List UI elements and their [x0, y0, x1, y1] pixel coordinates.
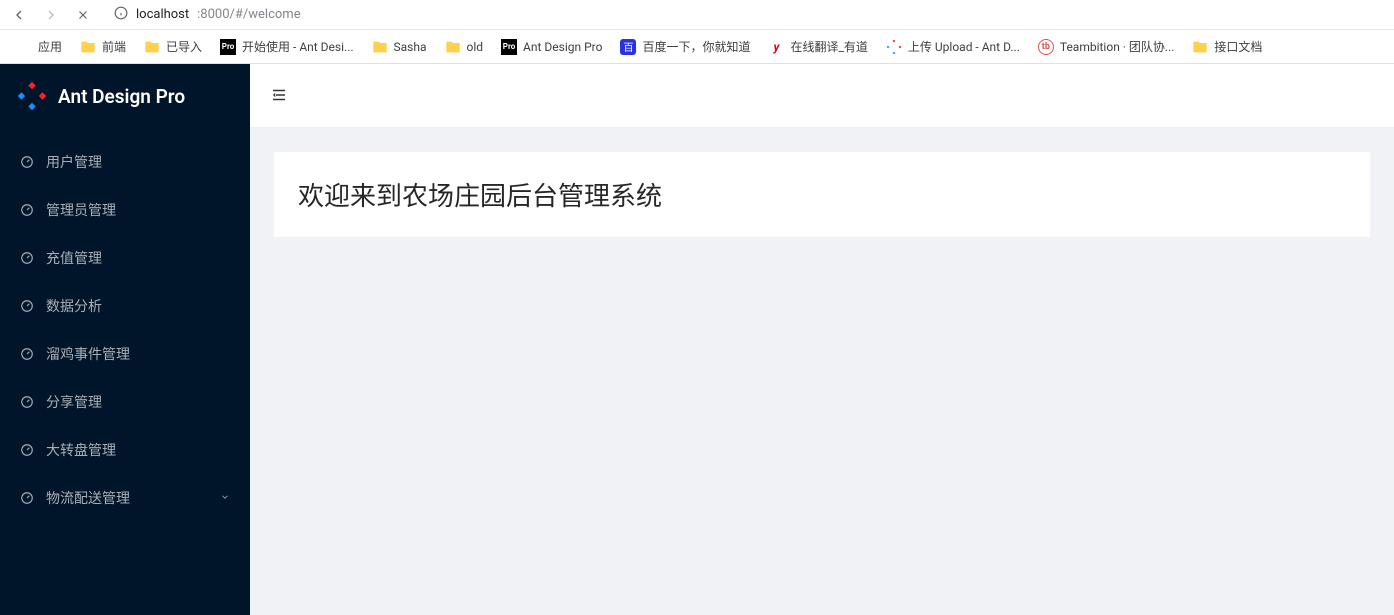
stop-button[interactable]: [74, 6, 92, 24]
pro-icon: Pro: [501, 39, 517, 55]
bookmark-label: 前端: [102, 38, 126, 55]
bookmark-item[interactable]: y 在线翻译_有道: [762, 34, 873, 59]
sidebar-item-label: 物流配送管理: [46, 488, 130, 508]
logo-icon: [18, 82, 46, 110]
bookmark-label: 在线翻译_有道: [790, 38, 867, 55]
bookmark-item[interactable]: 百 百度一下，你就知道: [614, 34, 756, 59]
sidebar-item-share-mgmt[interactable]: 分享管理: [0, 378, 250, 426]
sidebar-item-label: 分享管理: [46, 392, 102, 412]
folder-icon: [1192, 39, 1208, 55]
folder-icon: [372, 39, 388, 55]
dashboard-icon: [20, 155, 34, 169]
sidebar-item-label: 大转盘管理: [46, 440, 116, 460]
sidebar-item-recharge-mgmt[interactable]: 充值管理: [0, 234, 250, 282]
browser-toolbar: localhost :8000/#/welcome: [0, 0, 1394, 30]
sidebar-item-label: 管理员管理: [46, 200, 116, 220]
bookmark-item[interactable]: 上传 Upload - Ant D...: [880, 34, 1026, 59]
top-header: [250, 64, 1394, 128]
apps-shortcut[interactable]: 应用: [10, 34, 68, 59]
sidebar-item-data-analysis[interactable]: 数据分析: [0, 282, 250, 330]
folder-icon: [80, 39, 96, 55]
content-card: 欢迎来到农场庄园后台管理系统: [274, 152, 1370, 237]
forward-button[interactable]: [42, 6, 60, 24]
bookmark-item[interactable]: old: [439, 35, 490, 59]
dashboard-icon: [20, 491, 34, 505]
sidebar-item-event-mgmt[interactable]: 溜鸡事件管理: [0, 330, 250, 378]
dashboard-icon: [20, 395, 34, 409]
info-icon: [114, 6, 128, 24]
apps-icon: [16, 39, 32, 55]
sidebar-collapse-button[interactable]: [270, 86, 290, 106]
url-path: :8000/#/welcome: [197, 7, 300, 22]
sidebar-item-label: 溜鸡事件管理: [46, 344, 130, 364]
bookmark-label: old: [467, 40, 484, 54]
bookmark-item[interactable]: 前端: [74, 34, 132, 59]
bookmark-item[interactable]: Pro Ant Design Pro: [495, 35, 608, 59]
dashboard-icon: [20, 347, 34, 361]
bookmark-label: 开始使用 - Ant Desi...: [242, 38, 353, 55]
bookmark-label: Teambition · 团队协...: [1060, 38, 1175, 55]
sidebar-item-admin-mgmt[interactable]: 管理员管理: [0, 186, 250, 234]
sidebar-item-logistics-mgmt[interactable]: 物流配送管理: [0, 474, 250, 522]
antd-icon: [886, 39, 902, 55]
sidebar-item-label: 用户管理: [46, 152, 102, 172]
sidebar: Ant Design Pro 用户管理 管理员管理 充值管理 数据分析 溜鸡事件…: [0, 64, 250, 615]
bookmark-item[interactable]: 已导入: [138, 34, 208, 59]
teambition-icon: tb: [1038, 39, 1054, 55]
bookmark-item[interactable]: Sasha: [366, 35, 433, 59]
chevron-down-icon: [220, 490, 230, 506]
brand-title: Ant Design Pro: [58, 85, 185, 108]
bookmark-item[interactable]: tb Teambition · 团队协...: [1032, 34, 1181, 59]
brand-row[interactable]: Ant Design Pro: [0, 64, 250, 128]
bookmark-label: Ant Design Pro: [523, 40, 602, 54]
back-button[interactable]: [10, 6, 28, 24]
sidebar-item-user-mgmt[interactable]: 用户管理: [0, 138, 250, 186]
app-root: Ant Design Pro 用户管理 管理员管理 充值管理 数据分析 溜鸡事件…: [0, 64, 1394, 615]
dashboard-icon: [20, 251, 34, 265]
sidebar-item-label: 充值管理: [46, 248, 102, 268]
bookmark-label: 接口文档: [1214, 38, 1262, 55]
folder-icon: [144, 39, 160, 55]
dashboard-icon: [20, 443, 34, 457]
bookmark-label: 已导入: [166, 38, 202, 55]
folder-icon: [445, 39, 461, 55]
bookmark-label: Sasha: [394, 40, 427, 54]
baidu-icon: 百: [620, 39, 636, 55]
sidebar-item-label: 数据分析: [46, 296, 102, 316]
apps-label: 应用: [38, 38, 62, 55]
dashboard-icon: [20, 299, 34, 313]
youdao-icon: y: [768, 39, 784, 55]
welcome-heading: 欢迎来到农场庄园后台管理系统: [298, 176, 1346, 213]
content-wrap: 欢迎来到农场庄园后台管理系统: [250, 128, 1394, 261]
bookmark-label: 上传 Upload - Ant D...: [908, 38, 1020, 55]
pro-icon: Pro: [220, 39, 236, 55]
bookmarks-bar: 应用 前端 已导入 Pro 开始使用 - Ant Desi... Sasha o…: [0, 30, 1394, 64]
bookmark-item[interactable]: 接口文档: [1186, 34, 1268, 59]
sidebar-item-wheel-mgmt[interactable]: 大转盘管理: [0, 426, 250, 474]
sidebar-menu: 用户管理 管理员管理 充值管理 数据分析 溜鸡事件管理 分享管理: [0, 128, 250, 522]
main-area: 欢迎来到农场庄园后台管理系统: [250, 64, 1394, 615]
bookmark-item[interactable]: Pro 开始使用 - Ant Desi...: [214, 34, 359, 59]
address-bar[interactable]: localhost :8000/#/welcome: [106, 3, 1384, 27]
url-host: localhost: [136, 7, 189, 22]
dashboard-icon: [20, 203, 34, 217]
bookmark-label: 百度一下，你就知道: [642, 38, 750, 55]
